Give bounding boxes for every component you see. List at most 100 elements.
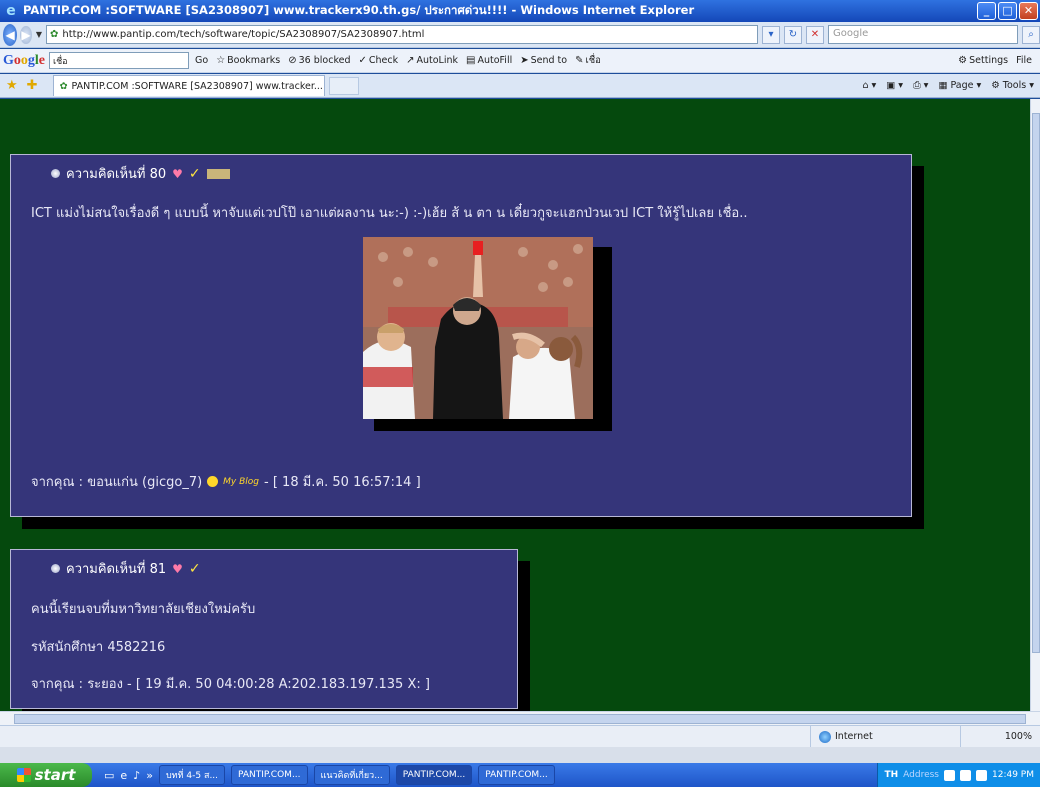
back-button[interactable]: ◀: [3, 23, 18, 46]
check-button[interactable]: ✓ Check: [358, 55, 398, 66]
scroll-thumb[interactable]: [1032, 113, 1040, 653]
start-button[interactable]: start: [0, 763, 92, 787]
language-indicator[interactable]: TH: [884, 770, 898, 780]
comment-title: ความคิดเห็นที่ 80: [66, 167, 167, 182]
file-menu[interactable]: File: [1016, 55, 1032, 66]
check-icon: ✓: [188, 560, 201, 577]
tray-icon[interactable]: [944, 769, 955, 781]
address-dropdown-icon[interactable]: ▾: [762, 25, 780, 44]
comment-author[interactable]: จากคุณ : ขอนแก่น (gicgo_7): [31, 471, 202, 492]
favorites-star-icon[interactable]: ★: [6, 78, 18, 93]
page-icon: ✿: [59, 80, 68, 92]
tools-menu[interactable]: ⚙ Tools ▾: [991, 80, 1034, 91]
zoom-level[interactable]: 100%: [960, 726, 1040, 747]
bookmarks-button[interactable]: ☆ Bookmarks: [216, 55, 280, 66]
google-toolbar: Google เชื่อ Go ☆ Bookmarks ⊘ 36 blocked ✓…: [0, 49, 1040, 73]
stop-icon[interactable]: ✕: [806, 25, 824, 44]
bookmarks-label: Bookmarks: [227, 55, 281, 66]
address-url: http://www.pantip.com/tech/software/topi…: [62, 29, 425, 40]
spellcheck-icon: ✓: [358, 55, 367, 66]
search-icon[interactable]: ⌕: [1022, 25, 1040, 44]
comment-body-line: คนนี้เรียนจบที่มหาวิทยาลัยเชียงใหม่ครับ: [31, 602, 256, 617]
minimize-button[interactable]: _: [977, 2, 996, 20]
zone-label: Internet: [835, 731, 873, 742]
history-dropdown-icon[interactable]: ▼: [36, 30, 42, 39]
comment-date: - [ 18 มี.ค. 50 16:57:14 ]: [264, 475, 421, 490]
comment-title: ความคิดเห็นที่ 81: [66, 562, 167, 577]
home-icon[interactable]: ⌂ ▾: [862, 80, 876, 91]
tray-icon[interactable]: [976, 769, 987, 781]
maximize-button[interactable]: □: [998, 2, 1017, 20]
referee-photo-image: [363, 237, 593, 419]
sendto-label: Send to: [530, 55, 568, 66]
highlight-label: เชื่อ: [585, 55, 601, 66]
comment-81: ความคิดเห็นที่ 81 ♥ ✓ คนนี้เรียนจบที่มหา…: [10, 549, 518, 709]
check-icon: ✓: [188, 165, 201, 182]
taskbar-item[interactable]: บทที่ 4-5 ส...: [158, 765, 226, 785]
address-toolbar-label: Address: [903, 770, 939, 780]
block-icon: ⊘: [288, 55, 297, 66]
send-icon: ➤: [520, 55, 529, 66]
heart-icon: ♥: [172, 166, 183, 181]
page-icon: ✿: [50, 29, 59, 40]
ie-quicklaunch-icon[interactable]: e: [120, 769, 127, 782]
taskbar-item[interactable]: PANTIP.COM...: [478, 765, 555, 785]
comment-heading: ความคิดเห็นที่ 81 ♥ ✓: [51, 558, 201, 579]
taskbar-item[interactable]: แนวคิดที่เกี่ยว...: [313, 765, 390, 785]
bullet-icon: [51, 564, 60, 573]
star-icon: ☆: [216, 55, 226, 66]
comment-heading: ความคิดเห็นที่ 80 ♥ ✓: [51, 163, 231, 184]
print-icon[interactable]: ⎙ ▾: [913, 80, 928, 91]
tab-row: ★ ✚ ✿ PANTIP.COM :SOFTWARE [SA2308907] w…: [0, 74, 1040, 98]
tray-icon[interactable]: [960, 769, 971, 781]
comment-body-line: รหัสนักศึกษา 4582216: [31, 640, 166, 655]
clock: 12:49 PM: [992, 770, 1034, 780]
horizontal-scrollbar[interactable]: [0, 711, 1040, 725]
taskbar-item[interactable]: PANTIP.COM...: [231, 765, 308, 785]
vertical-scrollbar[interactable]: [1030, 99, 1040, 711]
close-button[interactable]: ✕: [1019, 2, 1038, 20]
autolink-label: AutoLink: [416, 55, 459, 66]
media-icon[interactable]: ♪: [133, 769, 140, 782]
bullet-icon: [51, 169, 60, 178]
window-titlebar: e PANTIP.COM :SOFTWARE [SA2308907] www.t…: [0, 0, 1040, 22]
my-blog-link[interactable]: My Blog: [223, 477, 259, 487]
autofill-label: AutoFill: [477, 55, 513, 66]
settings-button[interactable]: ⚙ Settings: [958, 55, 1008, 66]
google-search-input[interactable]: เชื่อ: [49, 52, 189, 69]
desktop-strip: [0, 747, 1040, 763]
ie-icon: e: [6, 3, 16, 19]
heart-icon: ♥: [172, 561, 183, 576]
autolink-button[interactable]: ↗ AutoLink: [406, 55, 458, 66]
popup-blocker-button[interactable]: ⊘ 36 blocked: [288, 55, 350, 66]
chevron-icon[interactable]: »: [146, 769, 153, 782]
address-field[interactable]: ✿ http://www.pantip.com/tech/software/to…: [46, 25, 758, 44]
referee-photo: [363, 237, 593, 419]
page-label: Page: [950, 80, 974, 91]
taskbar-item[interactable]: PANTIP.COM...: [395, 765, 473, 785]
forward-button[interactable]: ▶: [20, 25, 32, 44]
search-input[interactable]: Google: [828, 25, 1018, 44]
autofill-button[interactable]: ▤ AutoFill: [466, 55, 512, 66]
windows-flag-icon: [16, 768, 31, 782]
show-desktop-icon[interactable]: ▭: [104, 769, 114, 782]
tab-pantip[interactable]: ✿ PANTIP.COM :SOFTWARE [SA2308907] www.t…: [52, 75, 325, 96]
system-tray: TH Address 12:49 PM: [877, 763, 1040, 787]
tools-label: Tools: [1002, 80, 1027, 91]
new-tab-button[interactable]: [328, 76, 359, 95]
quick-launch: ▭ e ♪ »: [104, 769, 153, 782]
add-favorites-icon[interactable]: ✚: [27, 78, 38, 93]
highlight-button[interactable]: ✎ เชื่อ: [575, 53, 601, 68]
feeds-icon[interactable]: ▣ ▾: [886, 80, 903, 91]
smile-icon: [207, 476, 219, 487]
check-label: Check: [368, 55, 399, 66]
refresh-icon[interactable]: ↻: [784, 25, 802, 44]
sendto-button[interactable]: ➤ Send to: [520, 55, 567, 66]
go-button[interactable]: Go: [195, 55, 208, 66]
member-badge: [206, 168, 231, 179]
highlighter-icon: ✎: [575, 55, 584, 66]
scroll-thumb[interactable]: [14, 714, 1026, 724]
comment-body: ICT แม่งไม่สนใจเรื่องดี ๆ แบบนี้ หาจับแต…: [31, 206, 748, 221]
globe-icon: [819, 730, 831, 743]
page-menu[interactable]: ▦ Page ▾: [938, 80, 981, 91]
